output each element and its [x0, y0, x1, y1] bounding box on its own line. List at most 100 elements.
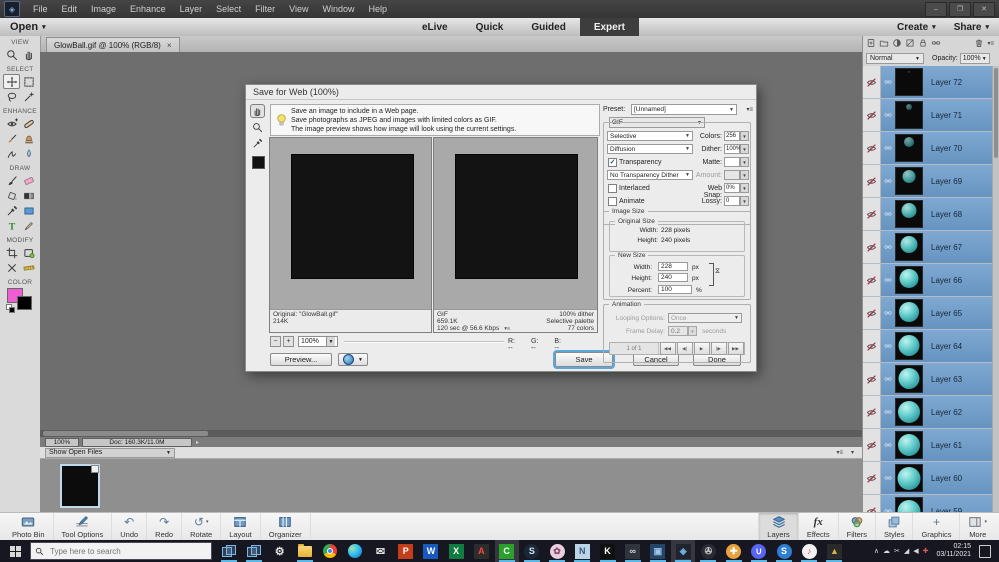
layer-visibility-toggle[interactable] — [863, 66, 881, 98]
tab-quick[interactable]: Quick — [462, 18, 518, 36]
first-frame-button[interactable]: ◀◀ — [659, 342, 676, 355]
share-button[interactable]: Share ▾ — [954, 22, 989, 33]
next-frame-button[interactable]: |▶ — [710, 342, 727, 355]
chevron-down-icon[interactable]: ▼ — [740, 144, 749, 154]
horizontal-scrollbar[interactable] — [40, 430, 862, 437]
clone-stamp-tool[interactable] — [20, 131, 37, 146]
content-aware-move-tool[interactable] — [3, 260, 20, 275]
tab-elive[interactable]: eLive — [408, 18, 462, 36]
interlaced-checkbox[interactable] — [608, 184, 617, 193]
effects-button[interactable]: fx Effects — [797, 513, 838, 541]
excel-icon[interactable]: X — [444, 540, 468, 562]
transparency-dither-select[interactable]: No Transparency Dither ▼ — [607, 170, 693, 180]
restore-button[interactable]: ❐ — [949, 1, 971, 17]
layer-visibility-toggle[interactable] — [863, 99, 881, 131]
default-swatches-icon[interactable] — [6, 304, 15, 313]
blur-tool[interactable] — [20, 146, 37, 161]
layers-button[interactable]: Layers — [758, 513, 798, 541]
lasso-tool[interactable] — [3, 89, 20, 104]
straighten-tool[interactable] — [20, 260, 37, 275]
search-input[interactable] — [48, 545, 182, 557]
dither-method-select[interactable]: Diffusion ▼ — [607, 144, 693, 154]
snip-icon[interactable]: ✂ — [894, 547, 900, 555]
pencil-tool[interactable] — [20, 218, 37, 233]
layer-row[interactable]: Layer 66 — [863, 264, 993, 297]
close-tab-icon[interactable]: × — [167, 41, 172, 50]
panel-menu-icon[interactable]: ▾≡ — [987, 40, 994, 47]
taskbar-search[interactable] — [30, 542, 212, 560]
delete-layer-icon[interactable] — [974, 35, 984, 53]
opacity-select[interactable]: 100% ▼ — [959, 53, 990, 64]
file-explorer-icon[interactable] — [293, 540, 317, 562]
optimized-preview-pane[interactable]: GIF 659.1K 120 sec @ 56.6 Kbps ▾≡ 100% di… — [433, 137, 598, 333]
mail-icon[interactable]: ✉ — [369, 540, 393, 562]
layer-row[interactable]: Layer 64 — [863, 330, 993, 363]
layer-row[interactable]: Layer 62 — [863, 396, 993, 429]
powerpoint-icon[interactable]: P — [394, 540, 418, 562]
layer-visibility-toggle[interactable] — [863, 396, 881, 428]
background-color-swatch[interactable] — [17, 296, 32, 310]
fill-layer-icon[interactable] — [905, 35, 915, 53]
palette-value-field[interactable]: 256 — [724, 131, 740, 141]
organizer-button[interactable]: Organizer — [261, 513, 311, 541]
new-layer-icon[interactable] — [866, 35, 876, 53]
zoom-tool[interactable] — [250, 120, 265, 134]
onedrive-icon[interactable]: ☁ — [883, 547, 890, 555]
cookie-cutter-tool[interactable] — [20, 245, 37, 260]
zoom-out-button[interactable]: − — [270, 336, 281, 347]
eyedropper-tool[interactable] — [3, 203, 20, 218]
media-player-icon[interactable]: ✇ — [696, 540, 720, 562]
layer-row[interactable]: Layer 72 — [863, 66, 993, 99]
layer-row[interactable]: Layer 63 — [863, 363, 993, 396]
chevron-down-icon[interactable]: ▼ — [740, 183, 749, 193]
previous-frame-button[interactable]: ◀| — [676, 342, 693, 355]
menu-window[interactable]: Window — [315, 4, 361, 14]
photoshop-elements-icon[interactable]: ◈ — [671, 540, 696, 562]
download-rate-menu-icon[interactable]: ▾≡ — [504, 326, 510, 332]
new-height-field[interactable]: 240 — [658, 273, 688, 282]
layer-visibility-toggle[interactable] — [863, 330, 881, 362]
photo-bin-button[interactable]: Photo Bin — [4, 513, 54, 541]
undo-button[interactable]: ↶ Undo — [112, 513, 148, 541]
open-button[interactable]: Open ▾ — [10, 21, 46, 33]
document-tab[interactable]: GlowBall.gif @ 100% (RGB/8) × — [46, 37, 180, 53]
itunes-icon[interactable]: ♪ — [797, 540, 821, 562]
smart-brush-tool[interactable] — [3, 131, 20, 146]
taskbar-clock[interactable]: 02:15 03/11/2021 — [932, 543, 975, 559]
spot-healing-tool[interactable] — [20, 116, 37, 131]
close-button[interactable]: ✕ — [973, 1, 995, 17]
preview-in-browser-button[interactable]: ▼ — [338, 353, 368, 366]
transparency-checkbox[interactable]: ✓ — [608, 158, 617, 167]
photo-bin-thumbnail[interactable] — [60, 464, 100, 508]
settings-icon[interactable]: ⚙ — [268, 540, 292, 562]
start-button[interactable] — [0, 540, 30, 562]
layer-visibility-toggle[interactable] — [863, 264, 881, 296]
layer-visibility-toggle[interactable] — [863, 297, 881, 329]
tray-expand-icon[interactable]: ∧ — [874, 547, 879, 555]
paint-app-icon[interactable]: ✿ — [545, 540, 569, 562]
dither-method-value-field[interactable]: 100% — [724, 144, 741, 154]
menu-image[interactable]: Image — [84, 4, 123, 14]
layer-visibility-toggle[interactable] — [863, 495, 881, 512]
discord-icon[interactable]: ∪ — [747, 540, 771, 562]
menu-edit[interactable]: Edit — [55, 4, 85, 14]
zoom-percentage[interactable]: 100% — [45, 437, 79, 447]
tool-options-button[interactable]: Tool Options — [54, 513, 113, 541]
menu-help[interactable]: Help — [361, 4, 394, 14]
preview-button[interactable]: Preview... — [270, 353, 332, 366]
goggles-app-icon[interactable]: ∞ — [621, 540, 645, 562]
bin-collapse-icon[interactable]: ▾ — [851, 449, 854, 456]
red-eye-removal-tool[interactable] — [3, 116, 20, 131]
brush-tool[interactable] — [3, 173, 20, 188]
type-tool[interactable]: T — [3, 218, 20, 233]
zoom-level-select[interactable]: 100% ▼ — [298, 336, 338, 347]
acrobat-icon[interactable]: A — [469, 540, 493, 562]
rotate-button[interactable]: ↺ ▾ Rotate — [182, 513, 222, 541]
task-view-icon[interactable] — [217, 540, 241, 562]
steam-icon[interactable]: S — [520, 540, 544, 562]
show-open-files-select[interactable]: Show Open Files ▼ — [45, 447, 175, 458]
play-button[interactable]: ▶ — [693, 342, 710, 355]
hand-tool[interactable] — [250, 104, 265, 118]
camtasia-icon[interactable]: C — [494, 540, 519, 562]
eraser-tool[interactable] — [20, 173, 37, 188]
